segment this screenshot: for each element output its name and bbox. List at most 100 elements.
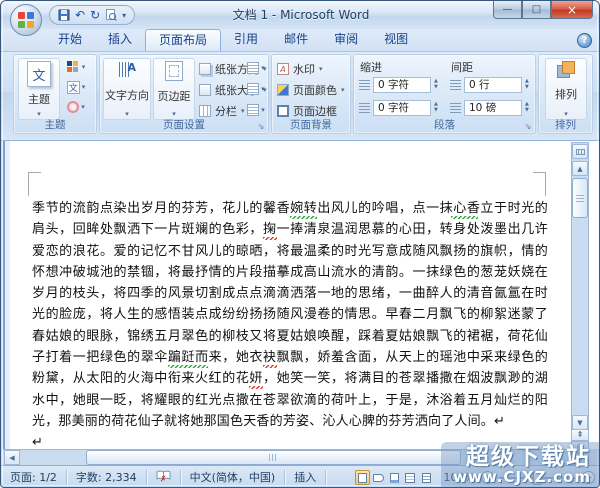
indent-right-value[interactable]: 0 字符: [373, 100, 431, 116]
document-text[interactable]: 季节的流韵点染出岁月的芬芳，花儿的馨香婉转出风儿的吟唱，点一抹心香立于时光的肩头…: [32, 198, 548, 449]
chevron-down-icon: ▾: [341, 87, 345, 94]
text-line: 春姑娘的眼脉，锦绣五月翠色的柳枝又将夏姑娘唤醒，踩着夏姑娘飘飞的裙裾，荷花仙: [32, 326, 548, 347]
spacing-before-spinner[interactable]: 0 行 ▲▼: [450, 76, 529, 93]
ribbon-tabs: 开始插入页面布局引用邮件审阅视图: [45, 29, 421, 51]
theme-effects-button[interactable]: ▾: [66, 99, 86, 115]
ruler-toggle-button[interactable]: [572, 144, 588, 159]
chevron-down-icon: ▾: [82, 64, 86, 71]
text-line: 光，那美丽的荷花仙子就将她那国色天香的芳姿、沁人心脾的芬芳洒向了人间。↵: [32, 411, 548, 432]
office-button[interactable]: [10, 4, 42, 36]
spin-down-icon[interactable]: ▼: [434, 108, 438, 113]
arrange-button[interactable]: 排列 ▾: [545, 58, 587, 120]
paragraph-dialog-launcher[interactable]: ⇘: [523, 121, 533, 131]
ribbon: 文 主题 ▾ ▾ 文 ▾ ▾ 主题 文字方向 ▾: [1, 51, 600, 141]
page-indicator[interactable]: 页面: 1/2: [1, 470, 67, 486]
page-setup-dialog-launcher[interactable]: ⇘: [256, 121, 266, 131]
paper-size-icon: [199, 84, 211, 96]
themes-button[interactable]: 文 主题 ▾: [18, 58, 60, 120]
page-color-label: 页面颜色: [293, 82, 337, 98]
text-direction-label: 文字方向: [105, 87, 149, 103]
page-color-icon: [277, 84, 289, 96]
text-direction-icon: [118, 61, 136, 79]
vertical-scrollbar[interactable]: ▲ ▼: [571, 142, 589, 449]
spelling-squiggle: [249, 386, 263, 389]
spacing-after-spinner[interactable]: 10 磅 ▲▼: [450, 99, 529, 116]
tab-review[interactable]: 审阅: [321, 29, 371, 51]
crop-mark: [533, 172, 546, 196]
indent-label: 缩进: [360, 59, 382, 75]
spin-down-icon[interactable]: ▼: [434, 85, 438, 90]
scroll-left-button[interactable]: ◀: [4, 450, 20, 465]
spacing-after-value[interactable]: 10 磅: [464, 100, 522, 116]
group-page-setup: 文字方向 ▾ 页边距 ▾ 纸张方向 ▾ 纸张大小 ▾ 分栏 ▾: [99, 54, 269, 134]
insert-mode-indicator[interactable]: 插入: [285, 470, 326, 486]
theme-effects-icon: [67, 101, 79, 113]
proofing-status[interactable]: ✗: [147, 470, 181, 486]
grammar-squiggle: [290, 216, 317, 219]
grammar-squiggle: [451, 216, 478, 219]
themes-icon: 文: [27, 61, 51, 87]
line-numbers-icon: [247, 83, 259, 95]
group-label: 段落: [354, 117, 535, 132]
vertical-scroll-thumb[interactable]: [572, 178, 588, 218]
document-area[interactable]: 季节的流韵点染出岁月的芬芳，花儿的馨香婉转出风儿的吟唱，点一抹心香立于时光的肩头…: [3, 141, 599, 449]
margins-label: 页边距: [158, 88, 191, 104]
group-label: 主题: [14, 117, 96, 132]
hyphenation-button[interactable]: ▾: [246, 102, 266, 118]
text-line: 怀想冲破城池的禁锢，将最抒情的片段描摹成高山流水的清韵。一抹绿色的葱茏妖娆在: [32, 262, 548, 283]
draft-view-button[interactable]: [419, 470, 434, 485]
text-line: 粉黛，从太阳的火海中衔来火红的花妍，她笑一笑，将满目的苍翠播撒在烟波飘渺的湖: [32, 368, 548, 389]
spacing-before-value[interactable]: 0 行: [464, 77, 522, 93]
indent-left-spinner[interactable]: 0 字符 ▲▼: [359, 76, 438, 93]
word-count[interactable]: 字数: 2,334: [67, 470, 147, 486]
tab-references[interactable]: 引用: [221, 29, 271, 51]
spin-down-icon[interactable]: ▼: [525, 108, 529, 113]
page-color-button[interactable]: 页面颜色 ▾: [277, 81, 345, 99]
grammar-squiggle: [168, 365, 208, 368]
breaks-button[interactable]: ▾: [246, 60, 266, 76]
scroll-up-button[interactable]: ▲: [572, 161, 588, 176]
tab-page-layout[interactable]: 页面布局: [145, 29, 221, 51]
crop-mark: [28, 172, 41, 196]
spelling-squiggle: [263, 365, 277, 368]
group-arrange: 排列 ▾ 排列: [538, 54, 593, 134]
indent-right-spinner[interactable]: 0 字符 ▲▼: [359, 99, 438, 116]
chevron-down-icon: ▾: [261, 86, 265, 93]
outline-view-button[interactable]: [403, 470, 418, 485]
site-watermark: 超级下载站 www.CJXZ.com: [441, 442, 599, 487]
tab-mailings[interactable]: 邮件: [271, 29, 321, 51]
tab-view[interactable]: 视图: [371, 29, 421, 51]
hyphenation-icon: [247, 104, 259, 116]
text-direction-button[interactable]: 文字方向 ▾: [103, 58, 151, 120]
margins-button[interactable]: 页边距 ▾: [153, 58, 195, 120]
columns-icon: [199, 105, 211, 117]
group-paragraph: 缩进 间距 0 字符 ▲▼ 0 字符 ▲▼ 0 行 ▲▼ 10 磅 ▲▼: [353, 54, 536, 134]
watermark-button[interactable]: A 水印 ▾: [277, 60, 323, 78]
close-button[interactable]: ×: [551, 1, 593, 19]
horizontal-scroll-thumb[interactable]: [86, 450, 461, 465]
restore-button[interactable]: □: [522, 1, 551, 19]
watermark-url: www.CJXZ.com: [453, 469, 591, 485]
scroll-down-button[interactable]: ▼: [572, 415, 588, 430]
office-logo-icon: [18, 12, 34, 28]
spin-down-icon[interactable]: ▼: [525, 85, 529, 90]
indent-left-icon: [359, 80, 370, 90]
theme-colors-button[interactable]: ▾: [66, 59, 86, 75]
minimize-button[interactable]: —: [493, 1, 522, 19]
web-layout-view-button[interactable]: [387, 470, 402, 485]
word-window: ↶ ↻ ▾ 文档 1 - Microsoft Word — □ × 开始插入页面…: [0, 0, 600, 488]
group-label: 排列: [539, 117, 592, 132]
line-numbers-button[interactable]: ▾: [246, 81, 266, 97]
language-indicator[interactable]: 中文(简体，中国): [181, 470, 286, 486]
theme-fonts-button[interactable]: 文 ▾: [66, 79, 86, 95]
indent-left-value[interactable]: 0 字符: [373, 77, 431, 93]
tab-home[interactable]: 开始: [45, 29, 95, 51]
ruler-icon: [576, 149, 585, 155]
tab-insert[interactable]: 插入: [95, 29, 145, 51]
previous-page-button[interactable]: ⇞: [571, 429, 589, 441]
indent-right-icon: [359, 103, 370, 113]
breaks-icon: [247, 62, 259, 74]
help-button[interactable]: ?: [577, 33, 592, 48]
print-layout-view-button[interactable]: [355, 470, 370, 485]
fullscreen-view-button[interactable]: [371, 470, 386, 485]
